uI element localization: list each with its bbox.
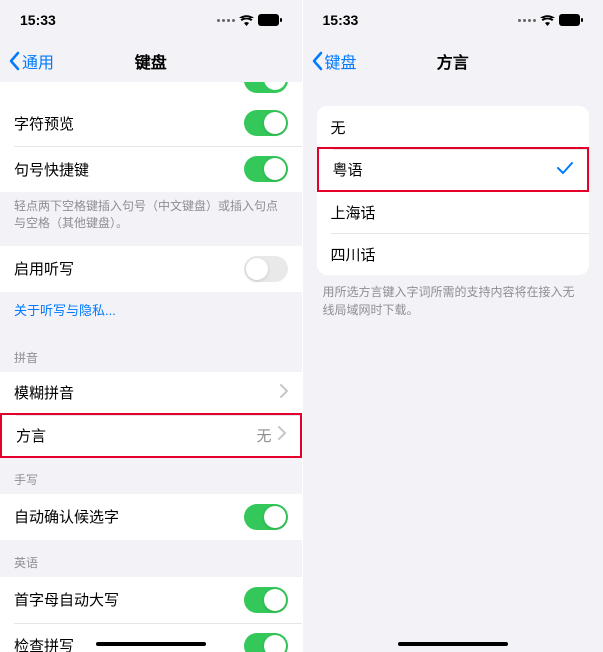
status-indicators — [217, 14, 282, 26]
row-dialect[interactable]: 方言 无 — [0, 413, 302, 458]
settings-content: 字符预览 句号快捷键 轻点两下空格键插入句号（中文键盘）或插入句点与空格（其他键… — [0, 82, 302, 652]
back-button[interactable]: 通用 — [8, 49, 54, 73]
row-auto-capitalize[interactable]: 首字母自动大写 — [0, 577, 302, 623]
row-label: 句号快捷键 — [14, 159, 89, 180]
row-enable-dictation[interactable]: 启用听写 — [0, 246, 302, 292]
chevron-right-icon — [278, 426, 286, 444]
phone-left: 15:33 通用 键盘 字符预览 句号快捷键 轻点两下空格键插入句号（中 — [0, 0, 302, 652]
home-indicator — [398, 642, 508, 647]
status-bar: 15:33 — [0, 0, 302, 40]
row-value-group: 无 — [256, 425, 285, 446]
status-time: 15:33 — [20, 12, 56, 28]
toggle-auto-capitalize[interactable] — [244, 587, 288, 613]
battery-icon — [559, 14, 583, 26]
footer-text: 轻点两下空格键插入句号（中文键盘）或插入句点与空格（其他键盘）。 — [0, 192, 302, 246]
back-label: 键盘 — [325, 49, 357, 73]
back-button[interactable]: 键盘 — [311, 49, 357, 73]
chevron-right-icon — [280, 384, 288, 402]
option-sichuanese[interactable]: 四川话 — [317, 233, 590, 275]
status-bar: 15:33 — [303, 0, 603, 40]
cellular-icon — [217, 19, 235, 22]
checkmark-icon — [557, 161, 573, 179]
status-time: 15:33 — [323, 12, 359, 28]
row-label: 启用听写 — [14, 258, 74, 279]
wifi-icon — [239, 15, 254, 26]
option-label: 粤语 — [333, 159, 363, 180]
toggle-auto-confirm[interactable] — [244, 504, 288, 530]
row-label: 自动确认候选字 — [14, 506, 119, 527]
group-dialect-options: 无 粤语 上海话 四川话 — [317, 106, 590, 275]
toggle-check-spelling[interactable] — [244, 633, 288, 652]
status-indicators — [518, 14, 583, 26]
group-pinyin: 模糊拼音 方言 无 — [0, 372, 302, 458]
option-none[interactable]: 无 — [317, 106, 590, 148]
toggle-char-preview[interactable] — [244, 110, 288, 136]
section-pinyin: 拼音 — [0, 335, 302, 372]
group-text: 字符预览 句号快捷键 — [0, 100, 302, 192]
phone-right: 15:33 键盘 方言 无 粤语 上海话 四川话 — [302, 0, 603, 652]
option-label: 上海话 — [331, 202, 376, 223]
row-label: 模糊拼音 — [14, 382, 74, 403]
option-label: 无 — [331, 117, 346, 138]
page-title: 键盘 — [135, 49, 167, 73]
nav-bar: 通用 键盘 — [0, 40, 302, 82]
toggle-period-shortcut[interactable] — [244, 156, 288, 182]
back-label: 通用 — [22, 49, 54, 73]
row-value: 无 — [256, 425, 271, 446]
nav-bar: 键盘 方言 — [303, 40, 603, 82]
chevron-left-icon — [311, 51, 323, 71]
battery-icon — [258, 14, 282, 26]
group-handwrite: 自动确认候选字 — [0, 494, 302, 540]
row-label: 字符预览 — [14, 113, 74, 134]
row-label: 首字母自动大写 — [14, 589, 119, 610]
option-label: 四川话 — [331, 244, 376, 265]
footer-text: 用所选方言键入字词所需的支持内容将在接入无线局域网时下载。 — [303, 275, 603, 327]
chevron-left-icon — [8, 51, 20, 71]
dialect-content: 无 粤语 上海话 四川话 用所选方言键入字词所需的支持内容将在接入无线局域网时下… — [303, 82, 603, 652]
section-english: 英语 — [0, 540, 302, 577]
row-auto-confirm[interactable]: 自动确认候选字 — [0, 494, 302, 540]
privacy-link[interactable]: 关于听写与隐私... — [0, 292, 302, 335]
toggle-partial[interactable] — [244, 82, 288, 93]
toggle-dictation[interactable] — [244, 256, 288, 282]
row-label: 方言 — [16, 425, 46, 446]
home-indicator — [96, 642, 206, 647]
option-shanghainese[interactable]: 上海话 — [317, 191, 590, 233]
page-title: 方言 — [437, 49, 469, 73]
option-cantonese[interactable]: 粤语 — [317, 147, 590, 192]
wifi-icon — [540, 15, 555, 26]
group-dictation: 启用听写 — [0, 246, 302, 292]
cellular-icon — [518, 19, 536, 22]
row-char-preview[interactable]: 字符预览 — [0, 100, 302, 146]
row-period-shortcut[interactable]: 句号快捷键 — [0, 146, 302, 192]
partial-row — [0, 82, 302, 100]
section-handwrite: 手写 — [0, 457, 302, 494]
row-check-spelling[interactable]: 检查拼写 — [0, 623, 302, 652]
row-fuzzy-pinyin[interactable]: 模糊拼音 — [0, 372, 302, 414]
row-label: 检查拼写 — [14, 635, 74, 652]
